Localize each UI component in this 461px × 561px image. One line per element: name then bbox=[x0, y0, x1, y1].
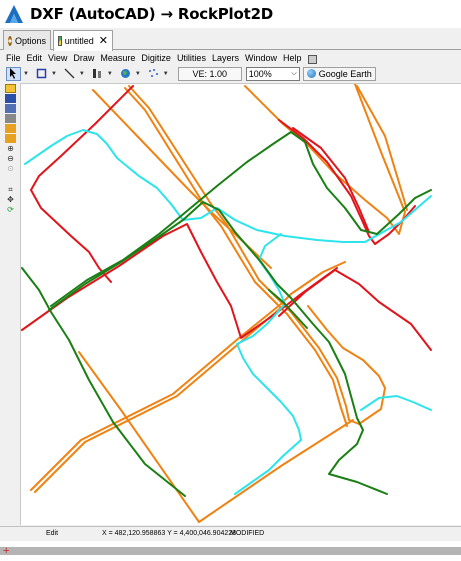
red-line bbox=[21, 223, 338, 339]
orange-line bbox=[78, 351, 354, 523]
menu-measure[interactable]: Measure bbox=[100, 53, 135, 63]
orange-line bbox=[124, 87, 348, 427]
gear-icon bbox=[8, 35, 12, 46]
menu-utilities[interactable]: Utilities bbox=[177, 53, 206, 63]
zoom-extent-icon[interactable]: ⊙ bbox=[5, 164, 16, 173]
zoom-in-icon[interactable]: ⊕ bbox=[5, 144, 16, 153]
menu-draw[interactable]: Draw bbox=[73, 53, 94, 63]
chevron-down-icon[interactable]: ▼ bbox=[23, 71, 29, 77]
crop-icon[interactable]: ⌗ bbox=[5, 185, 16, 194]
globe-icon[interactable] bbox=[118, 67, 133, 81]
cyan-line bbox=[360, 395, 432, 411]
tab-options-label: Options bbox=[14, 35, 46, 46]
menu-window[interactable]: Window bbox=[245, 53, 277, 63]
green-layer bbox=[21, 131, 432, 497]
rockworks-logo-icon bbox=[5, 5, 23, 23]
status-state: MODIFIED bbox=[230, 530, 265, 537]
menu-help[interactable]: Help bbox=[283, 53, 302, 63]
refresh-icon[interactable]: ⟳ bbox=[5, 205, 16, 214]
vertical-exaggeration-field[interactable]: VE: 1.00 bbox=[177, 66, 242, 81]
grid-icon[interactable] bbox=[5, 134, 16, 143]
google-earth-icon bbox=[306, 69, 316, 78]
tab-strip: Options untitled ✕ bbox=[0, 28, 461, 51]
chevron-down-icon: ⌵ bbox=[291, 69, 297, 77]
chevron-down-icon[interactable]: ▼ bbox=[135, 71, 141, 77]
red-line bbox=[292, 127, 370, 233]
chevron-down-icon[interactable]: ▼ bbox=[51, 71, 57, 77]
menu-digitize[interactable]: Digitize bbox=[141, 53, 171, 63]
left-toolbar: ⊕ ⊖ ⊙ ⌗ ✥ ⟳ bbox=[4, 83, 18, 525]
close-icon[interactable]: ✕ bbox=[99, 35, 108, 47]
menu-edit[interactable]: Edit bbox=[27, 53, 43, 63]
menu-view[interactable]: View bbox=[48, 53, 67, 63]
plot-icon bbox=[58, 36, 62, 46]
title-bar: DXF (AutoCAD) → RockPlot2D bbox=[0, 0, 461, 28]
save-as-icon[interactable] bbox=[5, 104, 16, 113]
green-line bbox=[21, 267, 186, 497]
status-mode: Edit bbox=[46, 530, 59, 537]
save-icon[interactable] bbox=[5, 94, 16, 103]
status-bar: Edit X = 482,120.958863 Y = 4,400,046.90… bbox=[0, 526, 461, 540]
open-folder-icon[interactable] bbox=[5, 84, 16, 93]
chevron-down-icon[interactable]: ▼ bbox=[163, 71, 169, 77]
google-earth-label: Google Earth bbox=[318, 68, 372, 79]
dxf-plot bbox=[21, 84, 432, 523]
layout-icon[interactable] bbox=[5, 124, 16, 133]
cursor-cross-icon: + bbox=[3, 545, 10, 557]
box-select-icon[interactable] bbox=[34, 67, 49, 81]
points-icon[interactable] bbox=[146, 67, 161, 81]
tab-untitled-label: untitled bbox=[64, 36, 94, 46]
orange-line bbox=[356, 85, 408, 211]
line-icon[interactable] bbox=[62, 67, 77, 81]
red-layer bbox=[21, 85, 432, 351]
toolbar: ▼ ▼ ▼ ▼ ▼ ▼ VE: 1.00 100% ⌵ Google Earth bbox=[0, 65, 461, 82]
chevron-down-icon[interactable]: ▼ bbox=[107, 71, 113, 77]
save-icon[interactable] bbox=[307, 54, 317, 64]
cyan-layer bbox=[24, 129, 432, 495]
digitize-icon[interactable] bbox=[90, 67, 105, 81]
print-icon[interactable] bbox=[5, 114, 16, 123]
status-coordinates: X = 482,120.958863 Y = 4,400,046.904228 bbox=[102, 530, 237, 537]
orange-layer bbox=[30, 84, 408, 523]
pan-icon[interactable]: ✥ bbox=[5, 195, 16, 204]
zoom-select[interactable]: 100% ⌵ bbox=[245, 66, 300, 81]
window-title: DXF (AutoCAD) → RockPlot2D bbox=[30, 5, 274, 23]
plot-canvas[interactable] bbox=[20, 83, 461, 525]
select-arrow-icon[interactable] bbox=[6, 66, 21, 81]
menu-layers[interactable]: Layers bbox=[212, 53, 239, 63]
zoom-value: 100% bbox=[248, 68, 272, 79]
horizontal-scrollbar[interactable] bbox=[0, 547, 461, 555]
bottom-strip: + bbox=[0, 541, 461, 561]
zoom-out-icon[interactable]: ⊖ bbox=[5, 154, 16, 163]
tab-options[interactable]: Options bbox=[3, 30, 51, 50]
google-earth-button[interactable]: Google Earth bbox=[302, 66, 376, 81]
menu-bar: File Edit View Draw Measure Digitize Uti… bbox=[0, 51, 461, 65]
green-line bbox=[48, 201, 388, 495]
menu-file[interactable]: File bbox=[6, 53, 21, 63]
chevron-down-icon[interactable]: ▼ bbox=[79, 71, 85, 77]
tab-untitled[interactable]: untitled ✕ bbox=[53, 30, 113, 51]
